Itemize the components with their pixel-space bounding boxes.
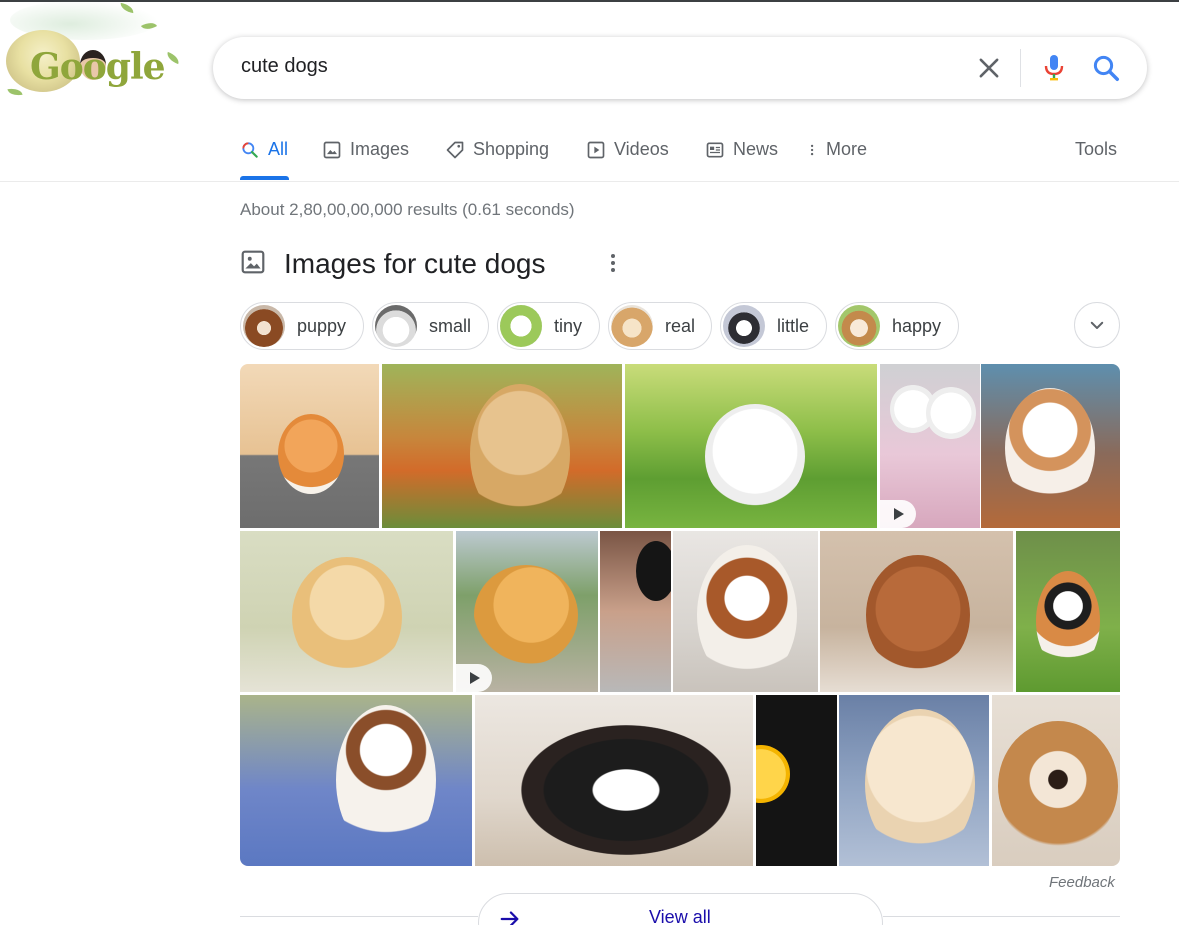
logo-text: Google [30,46,166,88]
tab-label: Images [350,139,410,159]
view-all-label: View all [649,907,711,925]
tab-label: News [733,139,779,159]
active-tab-indicator [240,176,289,180]
image-result[interactable] [992,695,1120,866]
result-stats: About 2,80,00,00,000 results (0.61 secon… [240,200,575,219]
chip-thumbnail [611,305,653,347]
tabs-divider [0,181,1179,182]
image-result[interactable] [240,531,453,692]
chip-real[interactable]: real [608,302,712,350]
dog-figure [474,565,578,665]
image-result[interactable] [240,364,379,528]
view-all-divider-left [240,916,478,917]
dog-figure [697,545,797,685]
chip-label: little [777,315,810,336]
search-icon[interactable] [1091,53,1121,83]
emoji-face [756,745,790,803]
image-result[interactable] [820,531,1013,692]
search-box[interactable]: cute dogs [213,37,1147,99]
image-result[interactable] [673,531,818,692]
more-options-icon[interactable] [606,252,620,274]
chip-thumbnail [243,305,285,347]
microphone-icon[interactable] [1042,53,1066,83]
view-all-divider-right [883,916,1120,917]
dog-figure [470,384,570,524]
dog-figure [866,555,970,675]
google-doodle-logo[interactable]: Google [0,0,190,110]
chip-thumbnail [375,305,417,347]
dog-figure [998,721,1118,851]
tab-label: Videos [614,139,669,159]
chip-thumbnail [500,305,542,347]
dog-figure [278,414,344,494]
image-result[interactable] [981,364,1120,528]
chip-label: real [665,315,696,336]
arrow-right-icon [500,911,519,925]
image-result[interactable] [756,695,837,866]
dog-figure [336,705,436,855]
refinement-chips: puppy small tiny real little happy [240,302,1120,350]
tab-label: All [268,139,289,159]
search-input[interactable]: cute dogs [241,55,328,78]
image-result[interactable] [625,364,877,528]
chip-happy[interactable]: happy [835,302,959,350]
chip-puppy[interactable]: puppy [240,302,364,350]
chip-label: puppy [297,315,347,336]
video-play-badge [880,500,916,528]
newspaper-icon [706,142,724,158]
tab-all[interactable]: All [240,132,289,180]
chip-thumbnail [723,305,765,347]
tab-label: Shopping [473,139,550,159]
video-play-badge [456,664,492,692]
dog-figure [636,541,671,601]
image-result[interactable] [240,695,472,866]
dog-figure [705,404,805,509]
tab-more[interactable]: More [808,132,867,180]
dog-figure [1005,388,1095,508]
images-section-title[interactable]: Images for cute dogs [284,248,545,280]
tab-videos[interactable]: Videos [586,132,669,180]
image-result[interactable] [475,695,753,866]
image-result[interactable] [600,531,671,692]
dog-figure [521,725,731,855]
chevron-down-icon [1090,321,1104,329]
kebab-icon [810,144,814,156]
image-result[interactable] [382,364,622,528]
tab-label: More [826,139,868,159]
image-icon [323,141,341,159]
play-icon [894,508,904,520]
image-result[interactable] [839,695,989,866]
chip-thumbnail [838,305,880,347]
chip-tiny[interactable]: tiny [497,302,600,350]
chip-small[interactable]: small [372,302,489,350]
image-results-grid [240,364,1120,866]
image-icon [241,250,265,274]
search-icon [242,142,258,158]
dog-figure [292,557,402,677]
tag-icon [446,141,464,159]
leaf-decoration [165,51,181,65]
dog-figure [865,709,975,859]
play-icon [587,141,605,159]
tab-images[interactable]: Images [322,132,409,180]
tab-shopping[interactable]: Shopping [445,132,549,180]
chip-label: tiny [554,315,583,336]
dog-figure [926,386,976,440]
play-icon [470,672,480,684]
view-all-button[interactable]: View all [478,893,883,925]
dog-figure [1036,571,1100,671]
leaf-decoration [7,86,23,98]
chip-label: happy [892,315,942,336]
image-result[interactable] [880,364,980,528]
feedback-link[interactable]: Feedback [1049,874,1115,891]
chip-label: small [429,315,472,336]
search-divider [1020,49,1021,87]
expand-chips-button[interactable] [1074,302,1120,348]
image-result[interactable] [456,531,598,692]
tab-news[interactable]: News [705,132,778,180]
chip-little[interactable]: little [720,302,827,350]
image-result[interactable] [1016,531,1120,692]
tools-button[interactable]: Tools [1075,139,1117,160]
close-icon[interactable] [975,54,1003,82]
